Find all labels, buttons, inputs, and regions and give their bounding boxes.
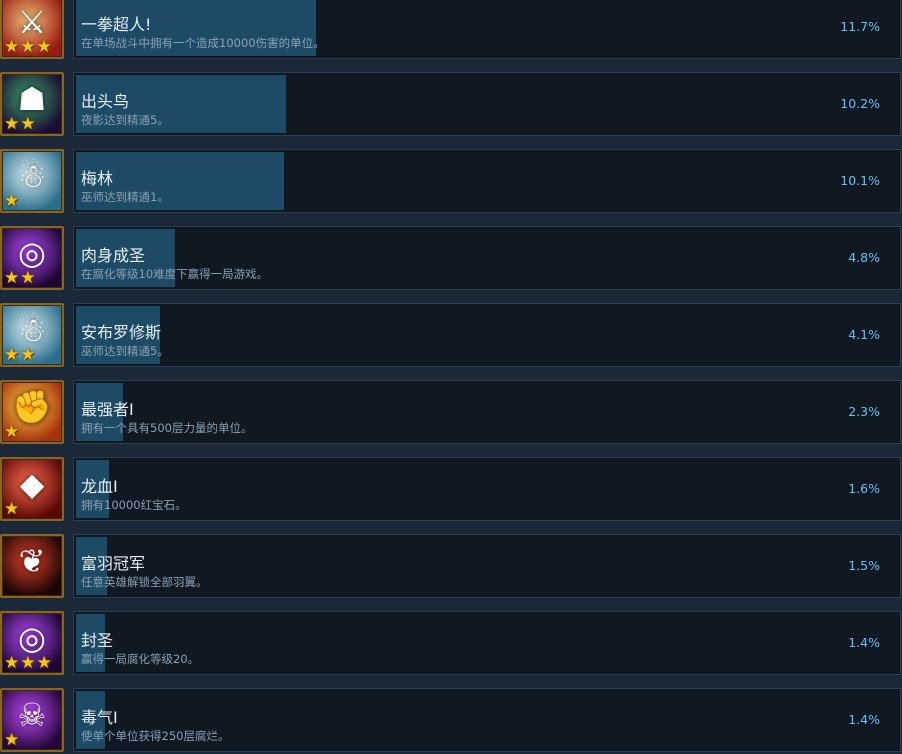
star-icon: ★	[4, 345, 20, 365]
achievement-description: 巫师达到精通5。	[81, 344, 169, 358]
star-rating: ★ ★	[4, 346, 36, 364]
star-icon: ★	[36, 653, 52, 673]
achievement-icon-glyph: ☃	[17, 157, 47, 195]
star-rating: ★	[4, 423, 19, 441]
achievement-icon-glyph: ⚔	[17, 3, 47, 41]
corruption-sigil-icon: ◎ ★ ★	[0, 226, 64, 290]
achievement-panel: 肉身成圣 在腐化等级10难度下赢得一局游戏。 4.8%	[73, 226, 901, 290]
poison-skull-icon: ☠ ★	[0, 688, 64, 752]
achievement-name: 封圣	[81, 631, 114, 650]
achievement-description: 拥有一个具有500层力量的单位。	[81, 421, 253, 435]
achievement-panel: 梅林 巫师达到精通1。 10.1%	[73, 149, 901, 213]
achievement-icon-glyph: ☠	[17, 696, 47, 734]
dragon-wings-icon: ❦	[0, 534, 64, 598]
star-icon: ★	[4, 37, 20, 57]
unlock-percentage: 11.7%	[840, 19, 880, 34]
star-icon: ★	[4, 499, 20, 519]
achievement-description: 在单场战斗中拥有一个造成10000伤害的单位。	[81, 36, 325, 50]
sword-slash-icon: ⚔ ★ ★ ★	[0, 0, 64, 59]
unlock-percentage: 1.4%	[848, 712, 880, 727]
star-icon: ★	[4, 191, 20, 211]
achievement-panel: 毒气I 使单个单位获得250层腐烂。 1.4%	[73, 688, 901, 752]
achievement-description: 赢得一局腐化等级20。	[81, 652, 200, 666]
star-icon: ★	[4, 268, 20, 288]
achievement-list: ⚔ ★ ★ ★ 一拳超人! 在单场战斗中拥有一个造成10000伤害的单位。 11.7…	[0, 0, 902, 753]
star-icon: ★	[36, 37, 52, 57]
achievement-panel: 最强者I 拥有一个具有500层力量的单位。 2.3%	[73, 380, 901, 444]
achievement-row: ☃ ★ 梅林 巫师达到精通1。 10.1%	[0, 149, 902, 215]
achievement-description: 任意英雄解锁全部羽翼。	[81, 575, 208, 589]
unlock-percentage: 1.6%	[848, 481, 880, 496]
star-icon: ★	[4, 114, 20, 134]
achievement-description: 在腐化等级10难度下赢得一局游戏。	[81, 267, 269, 281]
achievement-row: ◎ ★ ★ 肉身成圣 在腐化等级10难度下赢得一局游戏。 4.8%	[0, 226, 902, 292]
achievement-row: ☠ ★ 毒气I 使单个单位获得250层腐烂。 1.4%	[0, 688, 902, 754]
corruption-sigil-icon: ◎ ★ ★ ★	[0, 611, 64, 675]
achievement-name: 最强者I	[81, 400, 134, 419]
hooded-assassin-icon: ☗ ★ ★	[0, 72, 64, 136]
achievement-name: 龙血I	[81, 477, 118, 496]
achievement-icon-glyph: ❦	[18, 542, 46, 580]
achievement-description: 拥有10000红宝石。	[81, 498, 187, 512]
achievement-panel: 一拳超人! 在单场战斗中拥有一个造成10000伤害的单位。 11.7%	[73, 0, 901, 59]
achievement-panel: 龙血I 拥有10000红宝石。 1.6%	[73, 457, 901, 521]
achievement-panel: 富羽冠军 任意英雄解锁全部羽翼。 1.5%	[73, 534, 901, 598]
achievement-row: ◎ ★ ★ ★ 封圣 赢得一局腐化等级20。 1.4%	[0, 611, 902, 677]
achievement-description: 使单个单位获得250层腐烂。	[81, 729, 230, 743]
star-icon: ★	[4, 730, 20, 750]
achievement-icon-glyph: ✊	[12, 388, 52, 426]
star-icon: ★	[20, 653, 36, 673]
achievement-row: ⚔ ★ ★ ★ 一拳超人! 在单场战斗中拥有一个造成10000伤害的单位。 11.7…	[0, 0, 902, 61]
white-wizard-icon: ☃ ★ ★	[0, 303, 64, 367]
achievement-name: 肉身成圣	[81, 246, 146, 265]
achievement-name: 一拳超人!	[81, 15, 152, 34]
achievement-icon-glyph: ◆	[19, 465, 45, 503]
star-icon: ★	[20, 345, 36, 365]
fist-icon: ✊ ★	[0, 380, 64, 444]
star-icon: ★	[20, 37, 36, 57]
star-rating: ★ ★ ★	[4, 654, 52, 672]
white-wizard-icon: ☃ ★	[0, 149, 64, 213]
unlock-percentage: 1.5%	[848, 558, 880, 573]
achievement-name: 出头鸟	[81, 92, 130, 111]
star-icon: ★	[4, 422, 20, 442]
unlock-percentage: 1.4%	[848, 635, 880, 650]
achievement-description: 巫师达到精通1。	[81, 190, 169, 204]
achievement-name: 毒气I	[81, 708, 118, 727]
star-rating: ★ ★	[4, 115, 36, 133]
star-icon: ★	[20, 268, 36, 288]
achievement-icon-glyph: ☃	[17, 311, 47, 349]
achievement-panel: 封圣 赢得一局腐化等级20。 1.4%	[73, 611, 901, 675]
achievement-name: 富羽冠军	[81, 554, 146, 573]
unlock-percentage: 4.1%	[848, 327, 880, 342]
achievement-row: ❦ 富羽冠军 任意英雄解锁全部羽翼。 1.5%	[0, 534, 902, 600]
star-rating: ★ ★ ★	[4, 38, 52, 56]
star-icon: ★	[20, 114, 36, 134]
achievement-name: 梅林	[81, 169, 114, 188]
star-rating: ★ ★	[4, 269, 36, 287]
achievement-icon-glyph: ◎	[18, 234, 46, 272]
unlock-percentage: 2.3%	[848, 404, 880, 419]
achievement-description: 夜影达到精通5。	[81, 113, 169, 127]
unlock-percentage: 10.2%	[840, 96, 880, 111]
unlock-percentage: 10.1%	[840, 173, 880, 188]
achievement-row: ✊ ★ 最强者I 拥有一个具有500层力量的单位。 2.3%	[0, 380, 902, 446]
star-rating: ★	[4, 731, 19, 749]
achievement-row: ☃ ★ ★ 安布罗修斯 巫师达到精通5。 4.1%	[0, 303, 902, 369]
achievement-row: ◆ ★ 龙血I 拥有10000红宝石。 1.6%	[0, 457, 902, 523]
achievement-name: 安布罗修斯	[81, 323, 162, 342]
achievement-row: ☗ ★ ★ 出头鸟 夜影达到精通5。 10.2%	[0, 72, 902, 138]
achievement-panel: 出头鸟 夜影达到精通5。 10.2%	[73, 72, 901, 136]
ruby-gem-icon: ◆ ★	[0, 457, 64, 521]
achievement-icon-glyph: ◎	[18, 619, 46, 657]
star-rating: ★	[4, 500, 19, 518]
star-icon: ★	[4, 653, 20, 673]
achievement-icon-glyph: ☗	[17, 80, 47, 118]
unlock-percentage: 4.8%	[848, 250, 880, 265]
star-rating: ★	[4, 192, 19, 210]
achievement-panel: 安布罗修斯 巫师达到精通5。 4.1%	[73, 303, 901, 367]
